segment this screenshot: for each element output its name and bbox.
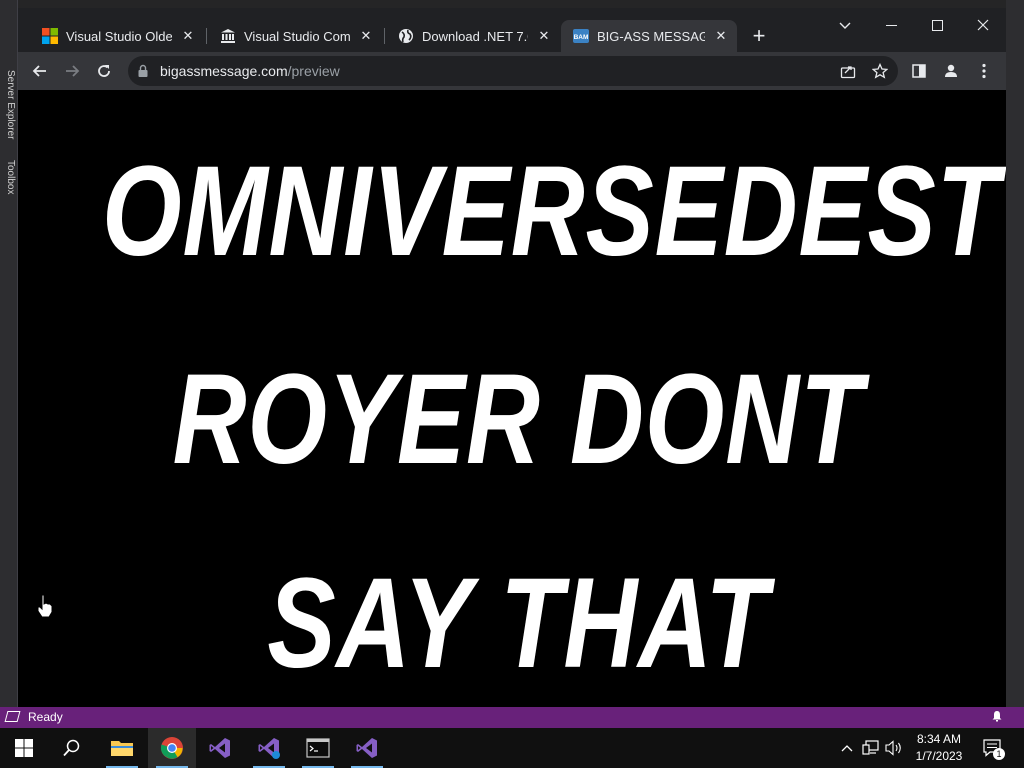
- arrow-left-icon: [32, 65, 46, 77]
- tab-search-button[interactable]: [822, 14, 868, 38]
- tab-visual-studio-community[interactable]: Visual Studio Commu ✕: [208, 20, 382, 52]
- globe-icon: [399, 29, 413, 43]
- maximize-button[interactable]: [914, 14, 960, 38]
- arrow-right-icon: [66, 65, 80, 77]
- tab-download-dotnet[interactable]: Download .NET 7.0 SI ✕: [386, 20, 560, 52]
- visual-studio-icon: [209, 738, 230, 758]
- volume-button[interactable]: [884, 728, 904, 768]
- tab-strip: Visual Studio Older D ✕ Visual Studio Co…: [18, 8, 1006, 56]
- network-button[interactable]: [860, 728, 882, 768]
- tab-close-icon[interactable]: ✕: [713, 28, 729, 44]
- tab-divider: [384, 28, 385, 44]
- chrome-logo-icon: [160, 737, 183, 759]
- notification-count-badge: 1: [993, 748, 1005, 760]
- big-message: OMNIVERSEDEST ROYER DONT SAY THAT: [18, 90, 1006, 707]
- tab-visual-studio-older[interactable]: Visual Studio Older D ✕: [30, 20, 204, 52]
- windows-logo-icon: [15, 739, 33, 757]
- forward-button[interactable]: [61, 60, 83, 82]
- start-button[interactable]: [0, 728, 48, 768]
- tab-big-ass-message[interactable]: BAM BIG-ASS MESSAGE ✕: [561, 20, 737, 52]
- url-domain: bigassmessage.com: [160, 63, 288, 79]
- share-button[interactable]: [838, 61, 858, 81]
- vs-status-bar: Ready: [0, 707, 1024, 728]
- institution-icon: [221, 29, 235, 43]
- chrome-taskbar-button[interactable]: [148, 728, 196, 768]
- svg-text:BAM: BAM: [574, 34, 589, 41]
- tab-close-icon[interactable]: ✕: [536, 28, 552, 44]
- message-line-3: SAY THAT: [267, 552, 769, 695]
- url-text: bigassmessage.com/preview: [160, 63, 340, 79]
- toolbox-tab[interactable]: Toolbox: [2, 160, 16, 194]
- microsoft-logo-icon: [42, 28, 58, 44]
- visual-studio-icon: [356, 738, 377, 758]
- minimize-button[interactable]: [868, 14, 914, 38]
- chrome-menu-button[interactable]: [974, 61, 994, 81]
- tab-title: Visual Studio Commu: [244, 28, 350, 44]
- reload-button[interactable]: [93, 60, 115, 82]
- new-tab-button[interactable]: +: [748, 25, 770, 48]
- side-panel-button[interactable]: [909, 61, 929, 81]
- folder-icon: [111, 741, 133, 756]
- hand-cursor-icon: [37, 594, 53, 618]
- tab-title: Visual Studio Older D: [66, 28, 172, 44]
- star-icon: [871, 62, 889, 79]
- search-button[interactable]: [48, 728, 96, 768]
- taskbar-clock[interactable]: 8:34 AM 1/7/2023: [904, 731, 974, 765]
- close-icon: [977, 19, 989, 31]
- url-path: /preview: [287, 63, 340, 79]
- tab-close-icon[interactable]: ✕: [180, 28, 196, 44]
- status-text: Ready: [28, 710, 63, 724]
- maximize-icon: [931, 20, 943, 31]
- bookmark-button[interactable]: [870, 61, 890, 81]
- tab-title: Download .NET 7.0 SI: [422, 28, 528, 44]
- kebab-menu-icon: [982, 63, 986, 79]
- vs-side-toolbar: Server Explorer Toolbox: [0, 0, 18, 710]
- page-viewport: OMNIVERSEDEST ROYER DONT SAY THAT: [18, 90, 1006, 707]
- side-panel-icon: [912, 64, 926, 78]
- reload-icon: [98, 65, 110, 77]
- address-bar[interactable]: bigassmessage.com/preview: [128, 56, 898, 86]
- chevron-up-icon: [841, 745, 853, 752]
- chrome-window: Visual Studio Older D ✕ Visual Studio Co…: [18, 8, 1006, 707]
- show-hidden-icons-button[interactable]: [838, 728, 856, 768]
- message-line-2: ROYER DONT: [172, 348, 864, 491]
- message-line-1: OMNIVERSEDEST: [102, 140, 1000, 283]
- browser-toolbar: bigassmessage.com/preview: [18, 52, 1006, 90]
- visual-studio-icon: [258, 738, 280, 759]
- notification-bell-icon[interactable]: [991, 710, 1003, 722]
- profile-button[interactable]: [941, 61, 961, 81]
- status-icon: [4, 711, 21, 722]
- file-explorer-taskbar-button[interactable]: [98, 728, 146, 768]
- bam-icon: BAM: [573, 29, 589, 43]
- network-icon: [862, 740, 879, 755]
- visual-studio-taskbar-button-1[interactable]: [196, 728, 244, 768]
- back-button[interactable]: [29, 60, 51, 82]
- chevron-down-icon: [839, 22, 851, 29]
- server-explorer-tab[interactable]: Server Explorer: [2, 70, 16, 139]
- speaker-icon: [885, 740, 901, 756]
- vs-right-panel: [1006, 0, 1024, 710]
- visual-studio-taskbar-button-2[interactable]: [245, 728, 293, 768]
- share-icon: [840, 66, 856, 79]
- minimize-icon: [885, 25, 897, 26]
- terminal-taskbar-button[interactable]: [294, 728, 342, 768]
- tab-title: BIG-ASS MESSAGE: [597, 28, 705, 44]
- notification-center-button[interactable]: 1: [980, 728, 1008, 768]
- profile-icon: [945, 64, 957, 77]
- terminal-icon: [306, 738, 330, 758]
- windows-taskbar: 8:34 AM 1/7/2023 1: [0, 728, 1024, 768]
- clock-date: 1/7/2023: [915, 749, 963, 763]
- clock-time: 8:34 AM: [916, 732, 962, 746]
- search-icon: [63, 739, 80, 757]
- tab-close-icon[interactable]: ✕: [358, 28, 374, 44]
- tab-divider: [206, 28, 207, 44]
- lock-icon[interactable]: [138, 64, 148, 78]
- close-window-button[interactable]: [960, 14, 1006, 38]
- visual-studio-taskbar-button-3[interactable]: [343, 728, 391, 768]
